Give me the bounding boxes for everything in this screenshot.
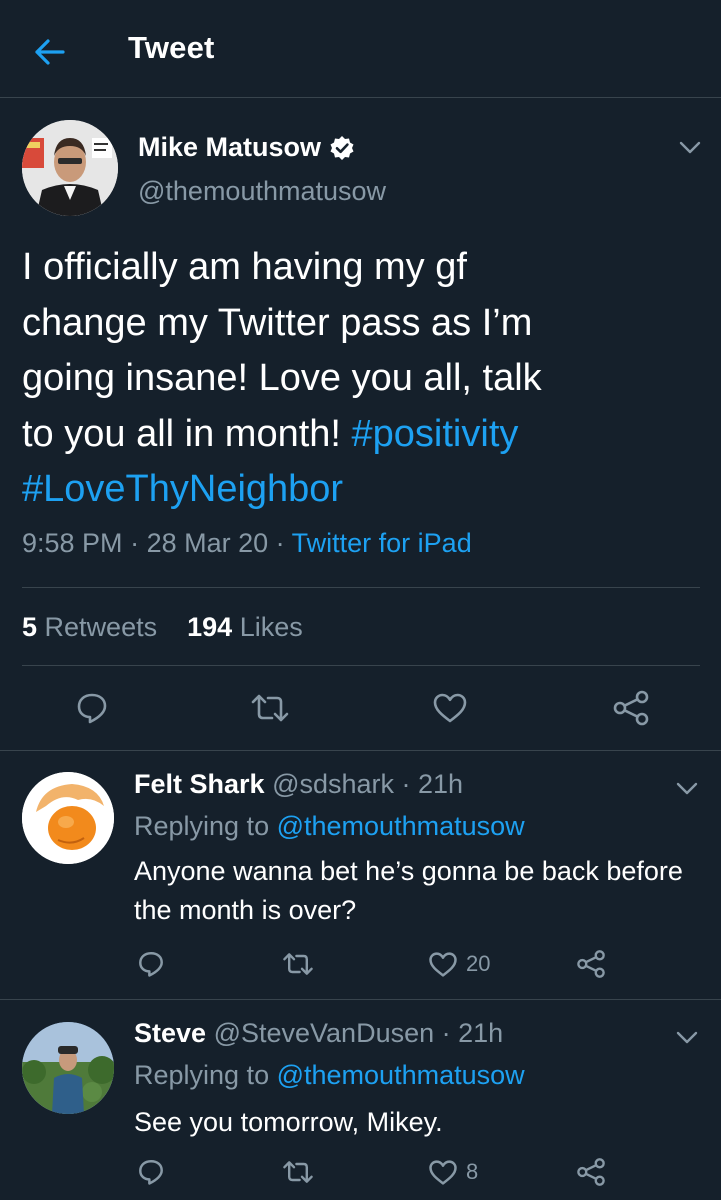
tweet-text-line: going insane! Love you all, talk bbox=[22, 357, 542, 399]
meta-separator: · bbox=[434, 1018, 459, 1048]
meta-separator: · bbox=[394, 769, 419, 799]
tweet-text: I officially am having my gf change my T… bbox=[22, 240, 702, 518]
retweet-button[interactable] bbox=[280, 946, 316, 982]
divider bbox=[22, 665, 700, 666]
tweet-stats: 5 Retweets 194 Likes bbox=[22, 612, 303, 643]
retweet-icon bbox=[283, 1161, 313, 1183]
reply-text: Anyone wanna bet he’s gonna be back befo… bbox=[134, 856, 683, 925]
meta-separator: · bbox=[268, 528, 292, 558]
retweet-icon bbox=[283, 953, 313, 975]
reply-icon bbox=[139, 952, 163, 977]
reply-author-name[interactable]: Steve bbox=[134, 1018, 206, 1048]
reply-avatar[interactable] bbox=[22, 772, 114, 864]
tweet-date: 28 Mar 20 bbox=[146, 528, 269, 558]
reply-time: 21h bbox=[458, 1018, 504, 1048]
reply-icon bbox=[77, 693, 107, 724]
tweet-text-line: to you all in month! #positivity bbox=[22, 407, 702, 463]
heart-icon bbox=[429, 1159, 457, 1185]
likes-stat[interactable]: 194 Likes bbox=[187, 612, 303, 642]
tweet-source-link[interactable]: Twitter for iPad bbox=[292, 528, 472, 558]
hashtag-positivity-link[interactable]: #positivity bbox=[352, 413, 519, 455]
divider bbox=[0, 750, 721, 751]
reply-button[interactable] bbox=[134, 946, 168, 982]
reply-menu-button[interactable] bbox=[672, 1023, 702, 1053]
hashtag-lovethyneighbor-link[interactable]: #LoveThyNeighbor bbox=[22, 468, 343, 510]
mention-link[interactable]: @themouthmatusow bbox=[277, 1060, 525, 1090]
reply-avatar-image bbox=[22, 772, 114, 864]
reply-button[interactable] bbox=[72, 688, 112, 728]
reply-avatar-image bbox=[22, 1022, 114, 1114]
tweet-text-line: I officially am having my gf bbox=[22, 246, 467, 288]
divider bbox=[0, 999, 721, 1000]
tweet-text-line-part: to you all in month! bbox=[22, 412, 341, 455]
retweet-button[interactable] bbox=[248, 688, 292, 728]
like-button[interactable]: 20 bbox=[428, 946, 490, 982]
retweets-stat[interactable]: 5 Retweets bbox=[22, 612, 157, 642]
reply-icon bbox=[139, 1160, 163, 1185]
share-button[interactable] bbox=[574, 946, 608, 982]
replying-to-line: Replying to @themouthmatusow bbox=[134, 1060, 525, 1091]
reply-text: See you tomorrow, Mikey. bbox=[134, 1107, 443, 1137]
reply-author-handle[interactable]: @SteveVanDusen bbox=[214, 1018, 435, 1048]
retweet-icon bbox=[251, 694, 289, 722]
verified-badge-icon bbox=[330, 135, 354, 160]
reply-avatar[interactable] bbox=[22, 1022, 114, 1114]
reply-time: 21h bbox=[418, 769, 464, 799]
top-bar: Tweet bbox=[0, 0, 721, 98]
tweet-text-line: change my Twitter pass as I’m bbox=[22, 301, 533, 344]
replying-label: Replying to bbox=[134, 811, 270, 841]
tweet-text-line: #LoveThyNeighbor bbox=[22, 462, 702, 518]
back-button[interactable] bbox=[28, 30, 72, 74]
divider bbox=[22, 587, 700, 588]
chevron-down-icon bbox=[676, 782, 698, 795]
author-name-text: Mike Matusow bbox=[138, 132, 322, 162]
share-button[interactable] bbox=[574, 1154, 608, 1190]
page-title: Tweet bbox=[128, 30, 215, 65]
reply-author-handle[interactable]: @sdshark bbox=[272, 769, 394, 799]
replying-label: Replying to bbox=[134, 1060, 270, 1090]
chevron-down-icon bbox=[679, 141, 701, 154]
retweets-count: 5 bbox=[22, 612, 38, 642]
author-photo bbox=[22, 120, 118, 216]
author-name[interactable]: Mike Matusow bbox=[138, 132, 355, 163]
reply-header: Steve @SteveVanDusen · 21h bbox=[134, 1018, 503, 1049]
reply-header: Felt Shark @sdshark · 21h bbox=[134, 769, 463, 800]
arrow-left-icon bbox=[35, 39, 65, 65]
retweet-button[interactable] bbox=[280, 1154, 316, 1190]
like-count: 8 bbox=[466, 1159, 479, 1184]
tweet-menu-button[interactable] bbox=[675, 133, 705, 163]
like-button[interactable]: 8 bbox=[428, 1154, 478, 1190]
chevron-down-icon bbox=[676, 1031, 698, 1044]
reply-button[interactable] bbox=[134, 1154, 168, 1190]
likes-label: Likes bbox=[239, 612, 303, 642]
tweet-time: 9:58 PM bbox=[22, 528, 123, 558]
meta-separator: · bbox=[122, 528, 147, 558]
share-icon bbox=[577, 1158, 605, 1186]
heart-icon bbox=[433, 693, 467, 723]
like-count: 20 bbox=[466, 951, 491, 976]
replying-to-line: Replying to @themouthmatusow bbox=[134, 811, 525, 842]
share-icon bbox=[577, 950, 605, 978]
like-button[interactable] bbox=[430, 688, 470, 728]
share-icon bbox=[613, 690, 649, 726]
reply-author-name[interactable]: Felt Shark bbox=[134, 769, 265, 799]
mention-link[interactable]: @themouthmatusow bbox=[277, 811, 525, 841]
tweet-meta: 9:58 PM · 28 Mar 20 · Twitter for iPad bbox=[22, 528, 472, 559]
author-handle[interactable]: @themouthmatusow bbox=[138, 176, 386, 207]
retweets-label: Retweets bbox=[44, 612, 158, 642]
heart-icon bbox=[429, 951, 457, 977]
reply-menu-button[interactable] bbox=[672, 774, 702, 804]
share-button[interactable] bbox=[610, 688, 652, 728]
likes-count: 194 bbox=[187, 612, 233, 642]
author-avatar[interactable] bbox=[22, 120, 118, 216]
